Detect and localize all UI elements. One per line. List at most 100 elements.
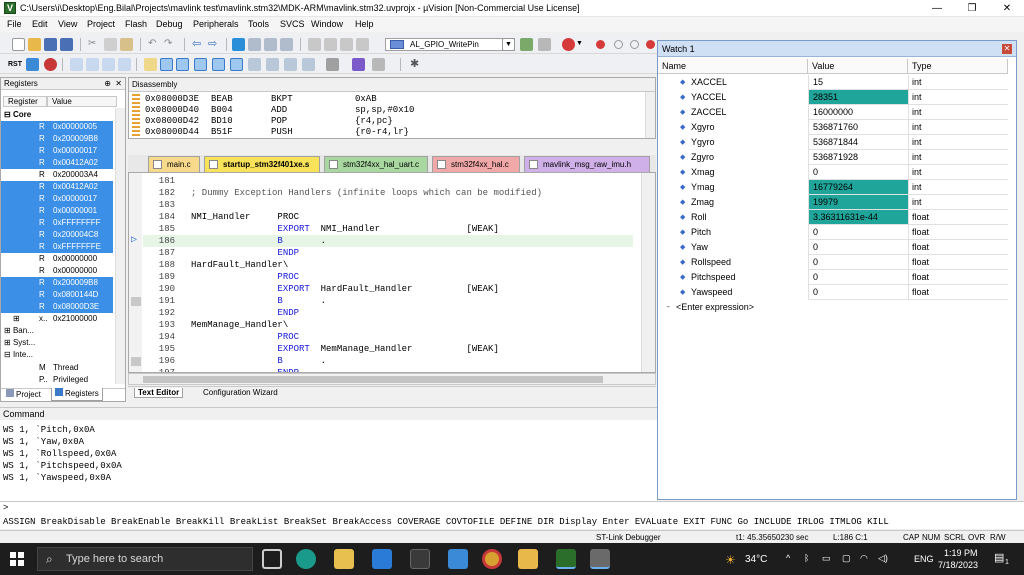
tab-mavlink-raw-imu[interactable]: mavlink_msg_raw_imu.h [524,156,650,172]
watch-value[interactable]: 0 [808,225,908,240]
menu-edit[interactable]: Edit [32,19,48,29]
weather-icon[interactable]: ☀ [725,553,736,567]
show-hidden-icons-icon[interactable]: ^ [786,553,790,563]
code-line[interactable]: 190 EXPORT HardFault_Handler [WEAK] [143,283,633,295]
step-out-icon[interactable] [102,58,115,71]
banked-group[interactable]: ⊞ Ban... [4,325,114,337]
code-line[interactable]: 183 [143,199,633,211]
restore-button[interactable]: ❐ [955,0,989,17]
memory-window-icon[interactable] [266,58,279,71]
unindent-icon[interactable] [324,38,337,51]
menu-svcs[interactable]: SVCS [280,19,305,29]
menu-peripherals[interactable]: Peripherals [193,19,239,29]
menu-help[interactable]: Help [355,19,374,29]
watch-row[interactable]: ◆ Yawspeed 0 float [658,285,1008,300]
chrome-icon[interactable] [482,549,502,569]
nav-forward-icon[interactable]: ⇨ [208,38,221,51]
clock-date[interactable]: 7/18/2023 [938,560,978,570]
register-row[interactable]: R 0x00000001 [1,205,113,217]
code-line[interactable]: 187 ENDP [143,247,633,259]
disassembly-window-icon[interactable] [176,58,189,71]
language-indicator[interactable]: ENG [914,554,934,564]
analysis-window-icon[interactable] [302,58,315,71]
register-row[interactable]: R 0xFFFFFFFF [1,217,113,229]
register-row[interactable]: R 0x200009B8 [1,133,113,145]
register-row[interactable]: R 0x00000017 [1,193,113,205]
command-input[interactable]: > [0,501,1024,515]
code-line[interactable]: 192 ENDP [143,307,633,319]
debug-dropdown-icon[interactable]: ▼ [576,38,589,51]
edge-icon[interactable] [296,549,316,569]
menu-file[interactable]: File [7,19,22,29]
mission-planner-icon[interactable] [590,549,610,569]
watch-row[interactable]: ◆ ZACCEL 16000000 int [658,105,1008,120]
code-line[interactable]: 196 B . [143,355,633,367]
open-folder-icon[interactable] [28,38,41,51]
tab-project[interactable]: Project [3,389,44,402]
watch-row[interactable]: ◆ Pitch 0 float [658,225,1008,240]
comment-icon[interactable] [340,38,353,51]
register-row[interactable]: R 0x08000D3E [1,301,113,313]
system-group[interactable]: ⊞ Syst... [4,337,114,349]
indent-icon[interactable] [308,38,321,51]
watch-value[interactable]: 19979 [808,195,908,210]
system-viewer-icon[interactable] [352,58,365,71]
editor-vscrollbar[interactable] [641,173,655,372]
watch-value[interactable]: 16000000 [808,105,908,120]
dropdown-chevron-icon[interactable]: ▼ [502,38,515,51]
copy-icon[interactable] [104,38,117,51]
tab-main-c[interactable]: main.c [148,156,200,172]
watch-value[interactable]: 28351 [808,90,908,105]
code-line[interactable]: 194 PROC [143,331,633,343]
register-row[interactable]: R 0x00000000 [1,253,113,265]
save-all-icon[interactable] [60,38,73,51]
register-row[interactable]: R 0x200003A4 [1,169,113,181]
folder-icon[interactable] [518,549,538,569]
bookmark-icon[interactable] [232,38,245,51]
tab-configuration-wizard[interactable]: Configuration Wizard [200,388,281,397]
display-icon[interactable]: ▢ [842,553,851,564]
settings-icon[interactable]: ✱ [410,58,423,71]
run-to-cursor-icon[interactable] [118,58,131,71]
editor-hscrollbar[interactable] [128,373,656,385]
privilege-row[interactable]: P.. Privileged [1,374,113,386]
watch-value[interactable]: 16779264 [808,180,908,195]
paste-icon[interactable] [120,38,133,51]
keil-uvision-icon[interactable] [556,549,576,569]
volume-icon[interactable]: ◁) [878,553,888,564]
kill-breakpoints-icon[interactable] [646,40,655,49]
clock-time[interactable]: 1:19 PM [944,548,978,558]
run-icon[interactable] [26,58,39,71]
watch-row[interactable]: ◆ Roll 3.36311631e-44 float [658,210,1008,225]
tab-registers[interactable]: Registers [51,388,103,401]
watch-name-header[interactable]: Name [658,59,808,74]
minimize-button[interactable]: — [920,0,954,17]
register-row[interactable]: R 0x0800144D [1,289,113,301]
scroll-thumb[interactable] [143,376,603,383]
file-explorer-icon[interactable] [334,549,354,569]
watch-value[interactable]: 536871928 [808,150,908,165]
debug-session-icon[interactable] [562,38,575,51]
find-function-combo[interactable]: AL_GPIO_WritePin [385,38,515,51]
menu-window[interactable]: Window [311,19,343,29]
skype-icon[interactable] [448,549,468,569]
step-over-icon[interactable] [86,58,99,71]
watch-value[interactable]: 0 [808,270,908,285]
serial-window-icon[interactable] [284,58,297,71]
code-line[interactable]: 191 B . [143,295,633,307]
xpsr-row[interactable]: ⊞ x.. 0x21000000 [1,313,113,325]
watch-close-icon[interactable]: ✕ [1002,44,1012,54]
code-line[interactable]: 195 EXPORT MemManage_Handler [WEAK] [143,343,633,355]
menu-flash[interactable]: Flash [125,19,147,29]
tab-startup-file[interactable]: startup_stm32f401xe.s [204,156,320,172]
watch-row[interactable]: ◆ Xgyro 536871760 int [658,120,1008,135]
mail-icon[interactable] [372,549,392,569]
tab-hal-uart[interactable]: stm32f4xx_hal_uart.c [324,156,428,172]
code-line[interactable]: 188 HardFault_Handler\ [143,259,633,271]
register-row[interactable]: R 0x00412A02 [1,181,113,193]
watch-row[interactable]: ◆ Ymag 16779264 int [658,180,1008,195]
watch-value-header[interactable]: Value [808,59,908,74]
menu-debug[interactable]: Debug [156,19,183,29]
code-line[interactable]: 186 B . [143,235,633,247]
panel-close-icon[interactable]: ✕ [115,78,122,90]
